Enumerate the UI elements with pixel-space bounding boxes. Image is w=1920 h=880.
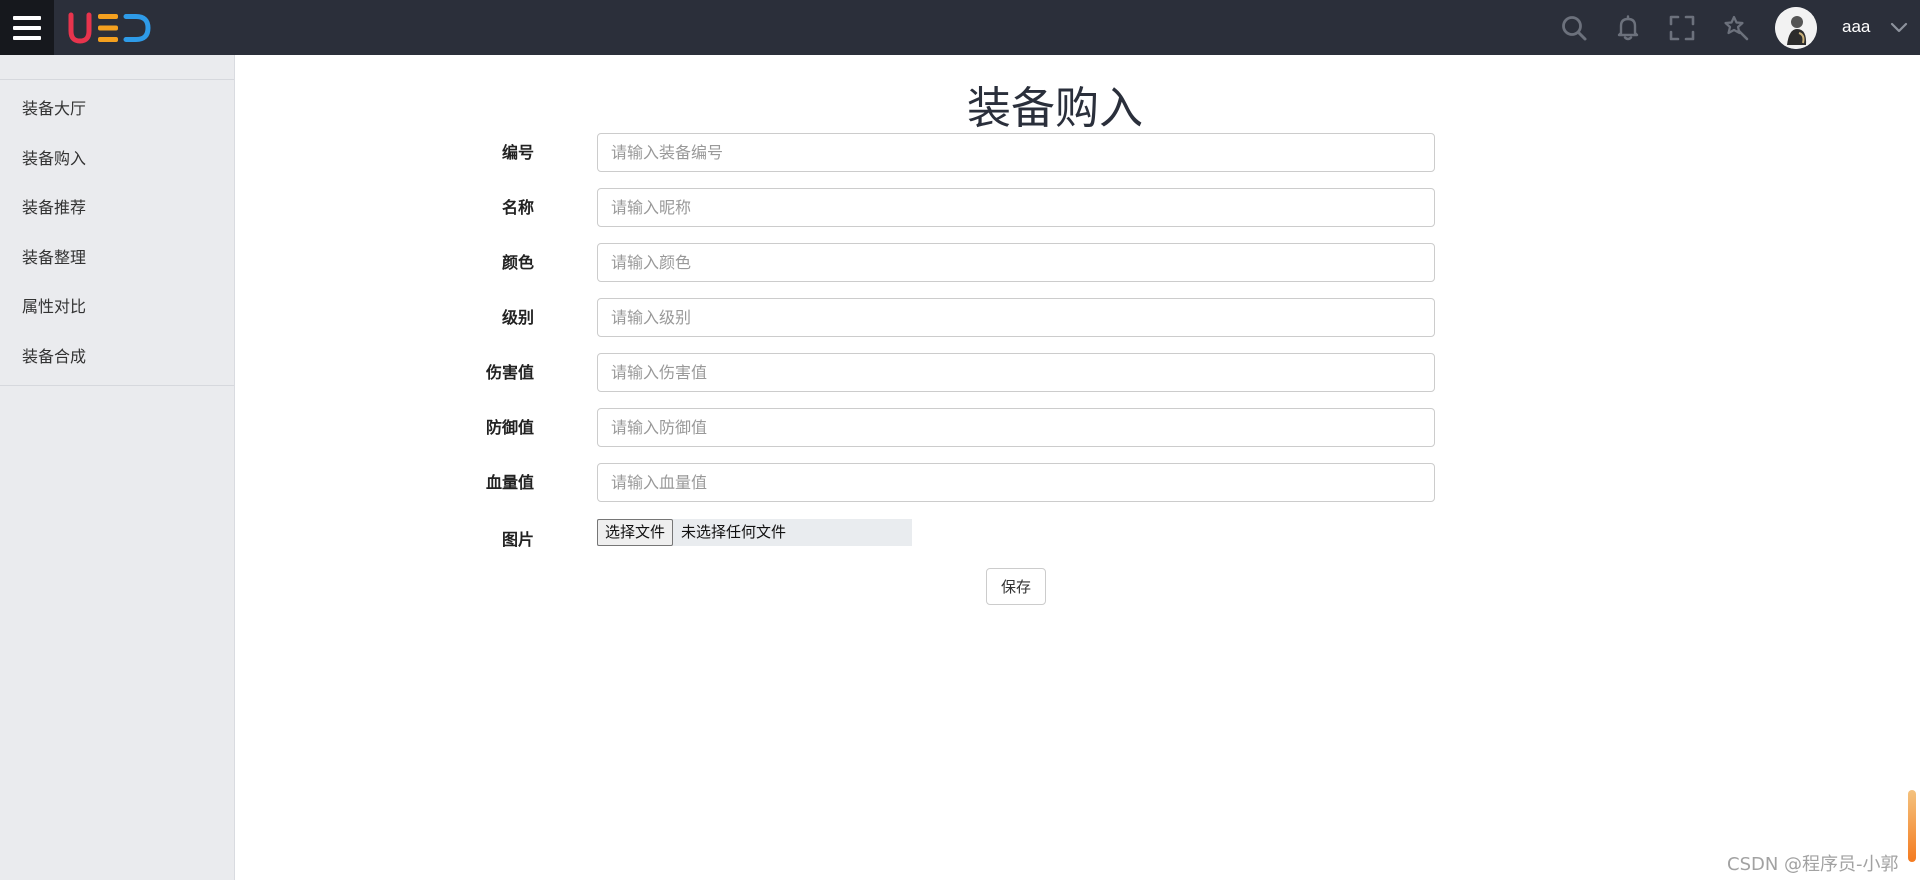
form-row-name: 名称: [470, 188, 1436, 228]
bell-icon[interactable]: [1614, 14, 1642, 42]
field-label: 颜色: [501, 253, 534, 272]
form-row-defense: 防御值: [470, 408, 1436, 448]
file-status-text: 未选择任何文件: [681, 523, 787, 541]
field-label: 图片: [501, 530, 534, 549]
sidebar-item-equipment-recommend[interactable]: 装备推荐: [0, 183, 234, 233]
form-row-id: 编号: [470, 133, 1436, 173]
defense-input[interactable]: [597, 408, 1435, 447]
field-label: 血量值: [485, 473, 534, 492]
menu-icon-bar: [13, 35, 41, 40]
level-input[interactable]: [597, 298, 1435, 337]
field-label: 伤害值: [485, 363, 534, 382]
form-row-damage: 伤害值: [470, 353, 1436, 393]
color-input[interactable]: [597, 243, 1435, 282]
magic-wand-icon[interactable]: [1722, 14, 1750, 42]
field-label: 名称: [501, 198, 534, 217]
image-file-input[interactable]: 选择文件 未选择任何文件: [597, 519, 912, 546]
choose-file-button[interactable]: 选择文件: [597, 519, 674, 546]
menu-icon-bar: [13, 15, 41, 20]
menu-toggle-button[interactable]: [0, 0, 54, 55]
save-button[interactable]: 保存: [986, 568, 1046, 605]
form-row-color: 颜色: [470, 243, 1436, 283]
watermark: CSDN @程序员-小郭: [1727, 854, 1899, 875]
name-input[interactable]: [597, 188, 1435, 227]
sidebar-menu: 装备大厅 装备购入 装备推荐 装备整理 属性对比 装备合成: [0, 79, 234, 386]
fullscreen-icon[interactable]: [1668, 14, 1696, 42]
avatar[interactable]: [1775, 7, 1817, 49]
search-icon[interactable]: [1560, 14, 1588, 42]
form-row-level: 级别: [470, 298, 1436, 338]
ued-logo[interactable]: [68, 11, 152, 45]
avatar-image: [1775, 7, 1817, 49]
field-label: 编号: [501, 143, 534, 162]
hp-input[interactable]: [597, 463, 1435, 502]
page-title: 装备购入: [967, 83, 1143, 134]
scrollbar-thumb[interactable]: [1908, 790, 1916, 862]
field-label: 级别: [501, 308, 534, 327]
sidebar-item-equipment-purchase[interactable]: 装备购入: [0, 134, 234, 184]
sidebar-item-equipment-organize[interactable]: 装备整理: [0, 233, 234, 283]
username[interactable]: aaa: [1842, 17, 1870, 37]
equipment-id-input[interactable]: [597, 133, 1435, 172]
form-row-hp: 血量值: [470, 463, 1436, 503]
top-bar: aaa: [0, 0, 1920, 55]
sidebar: 装备大厅 装备购入 装备推荐 装备整理 属性对比 装备合成: [0, 55, 235, 880]
sidebar-item-equipment-synthesis[interactable]: 装备合成: [0, 332, 234, 382]
sidebar-item-equipment-hall[interactable]: 装备大厅: [0, 84, 234, 134]
sidebar-item-attribute-compare[interactable]: 属性对比: [0, 282, 234, 332]
chevron-down-icon[interactable]: [1890, 21, 1908, 35]
damage-input[interactable]: [597, 353, 1435, 392]
menu-icon-bar: [13, 25, 41, 30]
field-label: 防御值: [485, 418, 534, 437]
